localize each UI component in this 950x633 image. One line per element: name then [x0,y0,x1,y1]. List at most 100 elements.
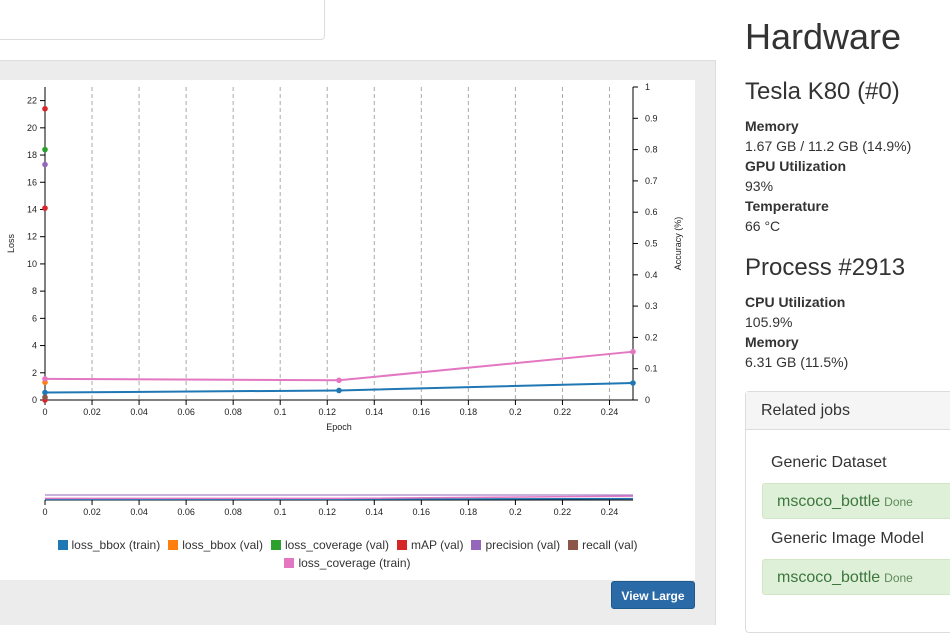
x-tick-label: 0.22 [554,407,572,417]
y-tick-label: 18 [27,150,37,160]
dataset-job-link[interactable]: mscoco_bottle Done [762,483,950,519]
legend-label: precision (val) [485,538,561,552]
x-tick-label: 0.02 [83,407,101,417]
y2-tick-label: 0.4 [645,270,658,280]
process-memory-label: Memory [745,334,799,350]
related-jobs-panel: Related jobs Generic Dataset mscoco_bott… [745,391,950,633]
model-job-status: Done [884,571,913,585]
legend-label: loss_coverage (val) [284,538,389,552]
process-memory-value: 6.31 GB (11.5%) [745,354,849,370]
legend-swatch [471,540,482,550]
data-point [42,394,48,401]
brush-x-tick-label: 0.08 [224,507,242,517]
x-tick-label: 0.14 [366,407,384,417]
chart-legend: loss_bbox (train) loss_bbox (val) loss_cov… [0,536,695,572]
legend-item[interactable]: loss_bbox (val) [168,536,263,554]
brush-x-tick-label: 0.18 [460,507,478,517]
brush-x-tick-label: 0.2 [509,507,522,517]
model-job-name[interactable]: mscoco_bottle [777,569,880,586]
legend-label: mAP (val) [410,538,464,552]
training-chart: 0 2 4 6 8 10 12 14 16 18 20 22 0 0.1 0.2 0.3 0.4 0.5 0.6 0.… [0,80,695,580]
y2-tick-label: 0.5 [645,239,658,249]
y2-tick-label: 0.9 [645,113,658,123]
temperature-value: 66 °C [745,218,781,234]
y2-tick-label: 0.2 [645,332,658,342]
x-tick-label: 0.08 [224,407,242,417]
brush-x-tick-label: 0.1 [274,507,287,517]
dataset-job-name[interactable]: mscoco_bottle [777,493,880,510]
brush-x-tick-label: 0.06 [177,507,195,517]
y-tick-label: 14 [27,204,37,214]
brush-x-tick-label: 0.02 [83,507,101,517]
y-tick-label: 10 [27,259,37,269]
y2-tick-label: 1 [645,82,650,92]
gpu-utilization-label: GPU Utilization [745,158,847,174]
related-jobs-title: Related jobs [746,392,950,430]
legend-swatch [270,540,281,550]
x-tick-label: 0.24 [601,407,619,417]
y-tick-label: 6 [32,313,37,323]
brush-x-tick-label: 0.22 [554,507,572,517]
y-tick-label: 20 [27,123,37,133]
x-tick-label: 0.04 [130,407,148,417]
data-point [336,377,342,384]
data-point [42,376,48,382]
legend-item[interactable]: mAP (val) [396,536,464,554]
legend-label: loss_bbox (train) [71,538,161,552]
dataset-job-status: Done [884,495,913,509]
legend-swatch [168,540,179,550]
cpu-utilization-value: 105.9% [745,314,793,330]
y2-axis-label: Accuracy (%) [673,217,683,271]
data-point [42,389,48,396]
legend-swatch [57,540,68,550]
view-large-button[interactable]: View Large [611,581,695,609]
y2-tick-label: 0.3 [645,301,658,311]
process-title: Process #2913 [745,254,906,281]
data-point [42,205,48,211]
y-axis-label: Loss [6,233,16,253]
legend-item[interactable]: recall (val) [568,536,637,554]
legend-item[interactable]: precision (val) [471,536,560,554]
x-tick-label: 0.12 [318,407,336,417]
legend-item[interactable]: loss_coverage (train) [284,554,411,572]
y2-tick-label: 0 [645,395,650,405]
series-line [44,350,634,382]
y2-tick-label: 0.6 [645,207,658,217]
y-tick-label: 8 [32,286,37,296]
legend-label: recall (val) [582,538,638,552]
x-tick-label: 0.1 [274,407,287,417]
model-group-title: Generic Image Model [771,530,924,547]
gpu-utilization-value: 93% [745,178,774,194]
legend-item[interactable]: loss_coverage (val) [270,536,389,554]
legend-label: loss_bbox (val) [182,538,263,552]
x-tick-label: 0.06 [177,407,195,417]
model-job-link[interactable]: mscoco_bottle Done [762,559,950,595]
data-point [630,348,636,355]
y-tick-label: 22 [27,96,37,106]
data-point [336,387,342,394]
brush-x-tick-label: 0.12 [318,507,336,517]
y2-tick-label: 0.7 [645,176,658,186]
x-axis-label: Epoch [326,422,352,432]
legend-swatch [568,540,579,550]
x-tick-label: 0.18 [460,407,478,417]
data-point [42,105,48,112]
dataset-group-title: Generic Dataset [771,454,887,471]
brush-x-tick-label: 0 [42,507,47,517]
legend-swatch [396,540,407,550]
y-tick-label: 0 [32,395,37,405]
cpu-utilization-label: CPU Utilization [745,294,846,310]
data-point [42,161,48,168]
y2-tick-label: 0.1 [645,364,658,374]
chart-svg: 024681012141618202200.10.20.30.40.50.60.… [6,82,683,517]
top-panel [0,0,325,40]
x-tick-label: 0.2 [509,407,522,417]
legend-item[interactable]: loss_bbox (train) [57,536,161,554]
brush-x-tick-label: 0.04 [130,507,148,517]
y-tick-label: 4 [32,341,37,351]
data-point [42,146,48,153]
legend-label: loss_coverage (train) [298,556,411,570]
hardware-title: Hardware [745,16,902,57]
gpu-memory-label: Memory [745,118,799,134]
y-tick-label: 12 [27,232,37,242]
